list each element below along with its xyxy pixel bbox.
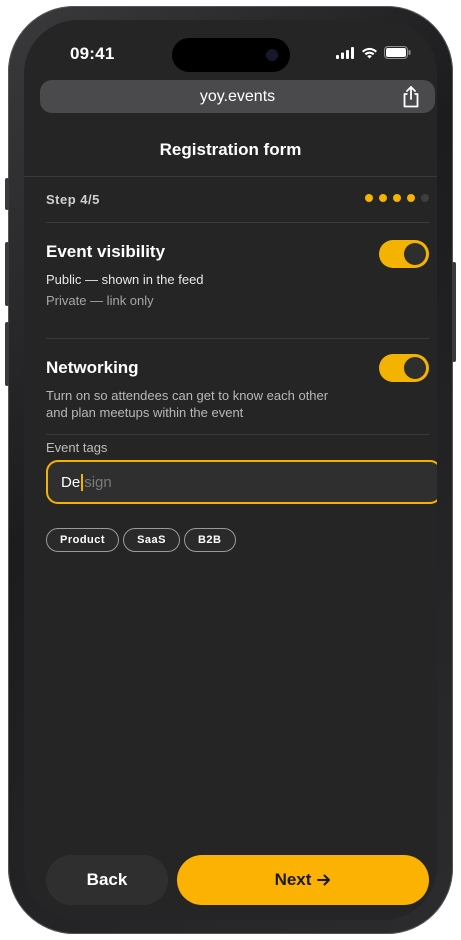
divider (46, 434, 429, 435)
step-dot-5 (421, 194, 429, 202)
url-text: yoy.events (199, 87, 276, 105)
screen: 09:41 yoy.events Registration form Step … (24, 20, 437, 920)
volume-down-button (5, 322, 9, 386)
mute-switch (5, 178, 9, 210)
tag-chip-product[interactable]: Product (46, 528, 120, 552)
wifi-icon (362, 47, 377, 58)
step-dots (365, 194, 429, 202)
next-button[interactable]: Next (177, 855, 429, 905)
step-dot-1 (365, 194, 373, 202)
networking-toggle[interactable] (379, 354, 429, 382)
battery-icon (384, 46, 411, 59)
dynamic-island (172, 38, 290, 72)
arrow-right-icon (317, 874, 331, 886)
event-tags-input[interactable]: De sign (46, 460, 437, 504)
next-button-label: Next (274, 870, 312, 889)
toggle-knob (404, 357, 426, 379)
event-tags-label: Event tags (46, 440, 108, 455)
toggle-knob (404, 243, 426, 265)
divider (46, 338, 429, 339)
power-button (452, 262, 456, 362)
step-dot-4 (407, 194, 415, 202)
tag-input-value: De (61, 473, 81, 491)
event-visibility-toggle[interactable] (379, 240, 429, 268)
event-visibility-section: Event visibility Public — shown in the f… (46, 240, 429, 326)
volume-up-button (5, 242, 9, 306)
phone-frame: 09:41 yoy.events Registration form Step … (5, 6, 456, 934)
tag-autocomplete-suggestion: sign (84, 473, 112, 491)
tag-chip-saas[interactable]: SaaS (123, 528, 180, 552)
text-caret (81, 473, 84, 491)
back-button-label: Back (86, 870, 128, 889)
networking-description: Turn on so attendees can get to know eac… (46, 388, 329, 420)
visibility-private-text: Private — link only (46, 293, 154, 308)
status-icons (336, 46, 411, 59)
networking-section: Networking Turn on so attendees can get … (46, 354, 429, 428)
tag-chips: Product SaaS B2B (46, 528, 236, 552)
page-title: Registration form (24, 124, 437, 177)
cellular-signal-icon (336, 46, 354, 59)
back-button[interactable]: Back (46, 855, 168, 905)
networking-title: Networking (46, 358, 139, 377)
visibility-public-text: Public — shown in the feed (46, 272, 204, 287)
step-indicator: Step 4/5 (46, 176, 429, 223)
registration-page: Registration form Step 4/5 Event visibil… (24, 124, 437, 920)
step-label: Step 4/5 (46, 192, 100, 207)
camera-icon (266, 49, 278, 61)
step-dot-3 (393, 194, 401, 202)
share-icon[interactable] (401, 86, 421, 108)
status-bar: 09:41 (24, 20, 437, 78)
clock: 09:41 (70, 44, 115, 63)
event-visibility-title: Event visibility (46, 242, 166, 261)
address-bar[interactable]: yoy.events (40, 80, 435, 113)
tag-chip-b2b[interactable]: B2B (183, 528, 236, 552)
step-dot-2 (379, 194, 387, 202)
